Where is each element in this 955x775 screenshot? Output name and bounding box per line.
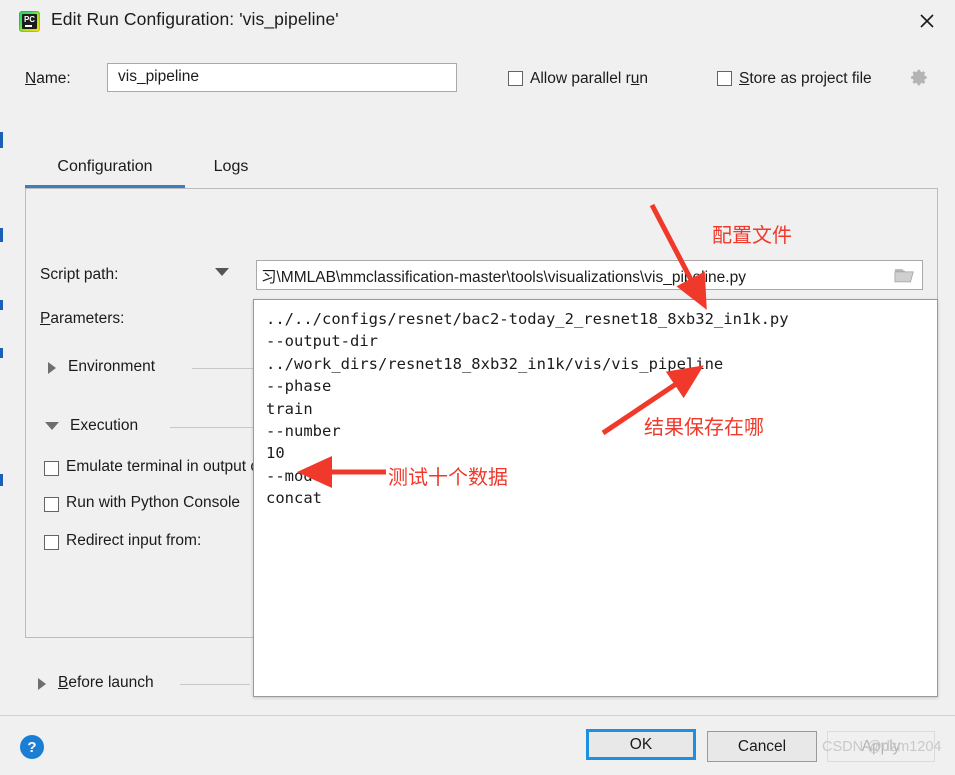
- section-execution[interactable]: Execution: [70, 417, 138, 435]
- emulate-terminal-checkbox[interactable]: [44, 461, 59, 476]
- watermark: CSDN @dzm1204: [822, 739, 942, 755]
- window-left-edge: [0, 0, 3, 774]
- cancel-button[interactable]: Cancel: [707, 731, 817, 762]
- name-input-value: vis_pipeline: [118, 68, 199, 85]
- annotation-arrow-test-ten-items: [297, 456, 386, 489]
- chevron-down-icon[interactable]: [215, 268, 229, 276]
- gear-icon[interactable]: [910, 68, 929, 87]
- chevron-right-icon-environment[interactable]: [48, 362, 56, 374]
- store-as-project-file-label[interactable]: Store as project file: [739, 70, 872, 88]
- pycharm-icon: PC: [19, 11, 40, 32]
- annotation-test-ten-items: 测试十个数据: [388, 465, 508, 489]
- folder-icon[interactable]: [894, 267, 916, 284]
- tab-logs[interactable]: Logs: [193, 150, 269, 188]
- section-divider-execution: [170, 427, 254, 428]
- close-button[interactable]: [899, 0, 955, 42]
- window-title: Edit Run Configuration: 'vis_pipeline': [51, 9, 339, 29]
- tab-configuration[interactable]: Configuration: [25, 150, 185, 188]
- panel-top-border: [25, 188, 938, 189]
- help-button[interactable]: ?: [20, 735, 44, 759]
- title-bar: PC Edit Run Configuration: 'vis_pipeline…: [3, 0, 955, 42]
- run-with-python-console-label[interactable]: Run with Python Console: [66, 494, 240, 512]
- annotation-config-file: 配置文件: [712, 223, 792, 247]
- allow-parallel-run-label[interactable]: Allow parallel run: [530, 70, 648, 88]
- script-path-label: Script path:: [40, 266, 119, 283]
- name-input[interactable]: vis_pipeline: [107, 63, 457, 92]
- parameters-textarea[interactable]: ../../configs/resnet/bac2-today_2_resnet…: [253, 299, 938, 697]
- redirect-input-checkbox[interactable]: [44, 535, 59, 550]
- script-path-input[interactable]: 习\MMLAB\mmclassification-master\tools\vi…: [256, 260, 923, 290]
- allow-parallel-run-checkbox[interactable]: [508, 71, 523, 86]
- chevron-down-icon-execution[interactable]: [45, 422, 59, 430]
- redirect-input-label[interactable]: Redirect input from:: [66, 532, 201, 550]
- section-divider-environment: [192, 368, 254, 369]
- annotation-arrow-config-file: [649, 203, 707, 310]
- section-divider-before-launch: [180, 684, 250, 685]
- name-label: Name:: [25, 70, 71, 87]
- parameters-label: Parameters:: [40, 310, 125, 327]
- ok-button[interactable]: OK: [586, 729, 696, 760]
- store-as-project-file-checkbox[interactable]: [717, 71, 732, 86]
- section-environment[interactable]: Environment: [68, 358, 155, 376]
- run-with-python-console-checkbox[interactable]: [44, 497, 59, 512]
- chevron-right-icon-before-launch[interactable]: [38, 678, 46, 690]
- close-icon: [920, 14, 934, 28]
- section-before-launch[interactable]: Before launch: [58, 674, 154, 692]
- pycharm-icon-text: PC: [22, 14, 37, 29]
- annotation-where-results-saved: 结果保存在哪: [644, 415, 764, 439]
- dialog-window: PC Edit Run Configuration: 'vis_pipeline…: [0, 0, 955, 775]
